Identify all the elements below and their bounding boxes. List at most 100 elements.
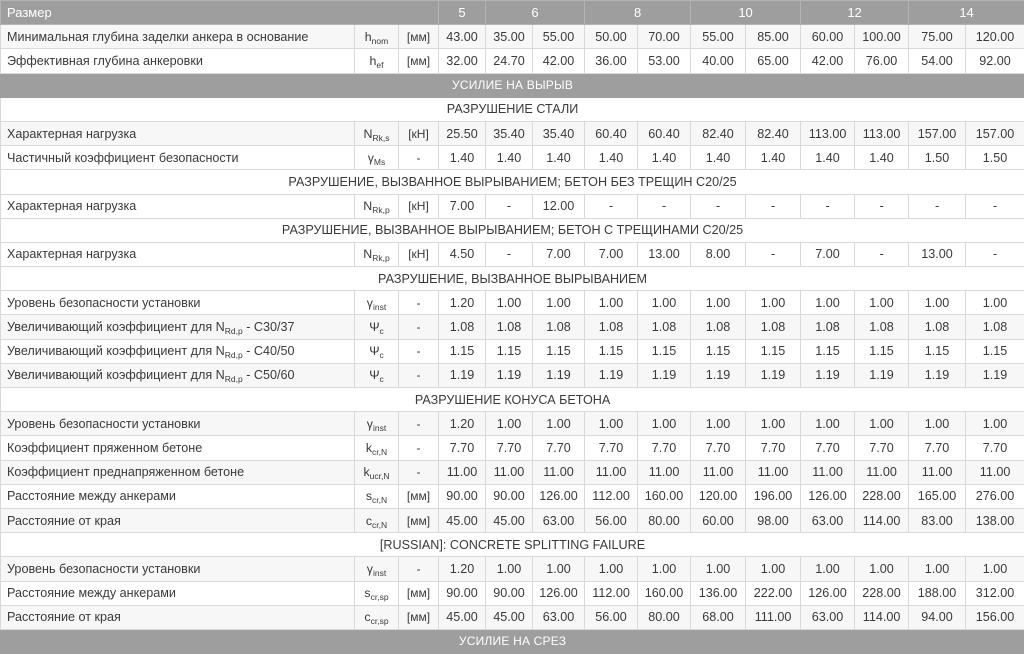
value-cell: 60.40: [584, 120, 639, 147]
value-cell: 55.00: [690, 24, 747, 50]
row-label-subscript: Rd,p: [224, 374, 243, 385]
row-symbol-subscript: c: [379, 326, 384, 337]
table-row: Увеличивающий коэффициент для NRd,p - С4…: [0, 338, 1024, 364]
value-cell: -: [584, 193, 639, 219]
row-label: Уровень безопасности установки: [0, 290, 355, 316]
band-title: УСИЛИЕ НА СРЕЗ: [0, 628, 1024, 654]
value-cell: 1.40: [485, 145, 534, 171]
value-cell: 1.20: [438, 290, 487, 316]
value-cell: -: [485, 241, 534, 268]
table-row: Минимальная глубина заделки анкера в осн…: [0, 24, 1024, 50]
row-label-subscript: Rd,p: [224, 350, 243, 361]
row-symbol-subscript: cr,N: [372, 446, 388, 457]
value-cell: 1.08: [485, 314, 534, 340]
row-symbol-subscript: inst: [372, 422, 387, 433]
row-symbol-subscript: nom: [371, 35, 389, 46]
value-cell: 1.08: [854, 314, 910, 340]
row-label: Расстояние между анкерами: [0, 483, 355, 509]
value-cell: -: [965, 241, 1024, 268]
value-cell: 76.00: [854, 48, 910, 74]
value-cell: 56.00: [584, 507, 639, 534]
value-cell: 1.19: [908, 362, 967, 389]
table-row: Уровень безопасности установки γinst -1.20…: [0, 290, 1024, 316]
value-cell: 63.00: [800, 604, 856, 630]
value-cell: 138.00: [965, 507, 1024, 534]
value-cell: 1.15: [532, 338, 586, 364]
value-cell: 12.00: [532, 193, 586, 219]
value-cell: 222.00: [745, 580, 802, 606]
value-cell: 228.00: [854, 580, 910, 606]
row-label: Расстояние от края: [0, 507, 355, 534]
value-cell: 1.19: [532, 362, 586, 389]
value-cell: 11.00: [637, 459, 692, 485]
value-cell: 11.00: [854, 459, 910, 485]
value-cell: 1.40: [438, 145, 487, 171]
row-symbol-subscript: cr,N: [372, 519, 388, 530]
value-cell: 120.00: [690, 483, 747, 509]
row-label: Расстояние между анкерами: [0, 580, 355, 606]
value-cell: 1.08: [908, 314, 967, 340]
row-label-text: Эффективная глубина анкеровки: [7, 53, 203, 68]
value-cell: 1.20: [438, 556, 487, 582]
value-cell: 1.15: [745, 338, 802, 364]
value-cell: 7.70: [800, 435, 856, 461]
row-symbol-subscript: Ms: [373, 156, 386, 167]
value-cell: 83.00: [908, 507, 967, 534]
size-header-5: 5: [438, 0, 487, 26]
value-cell: 1.00: [965, 556, 1024, 582]
value-cell: 157.00: [965, 120, 1024, 147]
row-symbol-subscript: inst: [372, 301, 387, 312]
row-label: Коэффициент пряженном бетоне: [0, 435, 355, 461]
value-cell: 1.08: [965, 314, 1024, 340]
section-header-row: [RUSSIAN]: CONCRETE SPLITTING FAILURE: [0, 532, 1024, 558]
value-cell: 80.00: [637, 604, 692, 630]
value-cell: 1.00: [485, 556, 534, 582]
value-cell: 1.00: [637, 556, 692, 582]
value-cell: 126.00: [532, 483, 586, 509]
table-row: Уровень безопасности установки γinst -1.20…: [0, 556, 1024, 582]
row-label-text: Характерная нагрузка: [7, 247, 137, 262]
row-label-text: Расстояние между анкерами: [7, 586, 176, 601]
value-cell: 42.00: [800, 48, 856, 74]
row-unit: [мм]: [397, 24, 440, 50]
row-label: Коэффициент преднапряженном бетоне: [0, 459, 355, 485]
value-cell: 157.00: [908, 120, 967, 147]
table-row: Характерная нагрузка NRk,p [кН] 7.00-12.00-…: [0, 193, 1024, 219]
value-cell: 1.50: [965, 145, 1024, 171]
value-cell: -: [745, 241, 802, 268]
row-symbol: ccr,N: [354, 507, 399, 534]
value-cell: 1.15: [584, 338, 639, 364]
value-cell: 11.00: [908, 459, 967, 485]
value-cell: 136.00: [690, 580, 747, 606]
value-cell: 1.00: [854, 290, 910, 316]
row-unit: -: [397, 362, 440, 389]
value-cell: 11.00: [745, 459, 802, 485]
value-cell: 114.00: [854, 507, 910, 534]
value-cell: 35.00: [485, 24, 534, 50]
value-cell: 56.00: [584, 604, 639, 630]
row-unit: -: [397, 459, 440, 485]
row-unit: [мм]: [397, 483, 440, 509]
value-cell: 196.00: [745, 483, 802, 509]
size-header-8: 8: [584, 0, 692, 26]
value-cell: 1.00: [485, 411, 534, 437]
value-cell: 1.00: [965, 290, 1024, 316]
row-label-text: Частичный коэффициент безопасности: [7, 150, 239, 165]
value-cell: 90.00: [485, 483, 534, 509]
row-label: Эффективная глубина анкеровки: [0, 48, 355, 74]
row-symbol: γinst: [354, 556, 399, 582]
value-cell: 63.00: [532, 507, 586, 534]
value-cell: 1.15: [438, 338, 487, 364]
row-symbol-subscript: inst: [372, 567, 387, 578]
row-symbol: γinst: [354, 290, 399, 316]
size-header-12: 12: [800, 0, 910, 26]
value-cell: 8.00: [690, 241, 747, 268]
row-unit: [мм]: [397, 507, 440, 534]
row-symbol-subscript: Rk,s: [372, 132, 390, 143]
value-cell: 1.40: [745, 145, 802, 171]
value-cell: 1.19: [745, 362, 802, 389]
row-label-tail: - С30/37: [242, 320, 295, 335]
row-unit: -: [397, 411, 440, 437]
size-header-14: 14: [908, 0, 1024, 26]
value-cell: 60.00: [690, 507, 747, 534]
